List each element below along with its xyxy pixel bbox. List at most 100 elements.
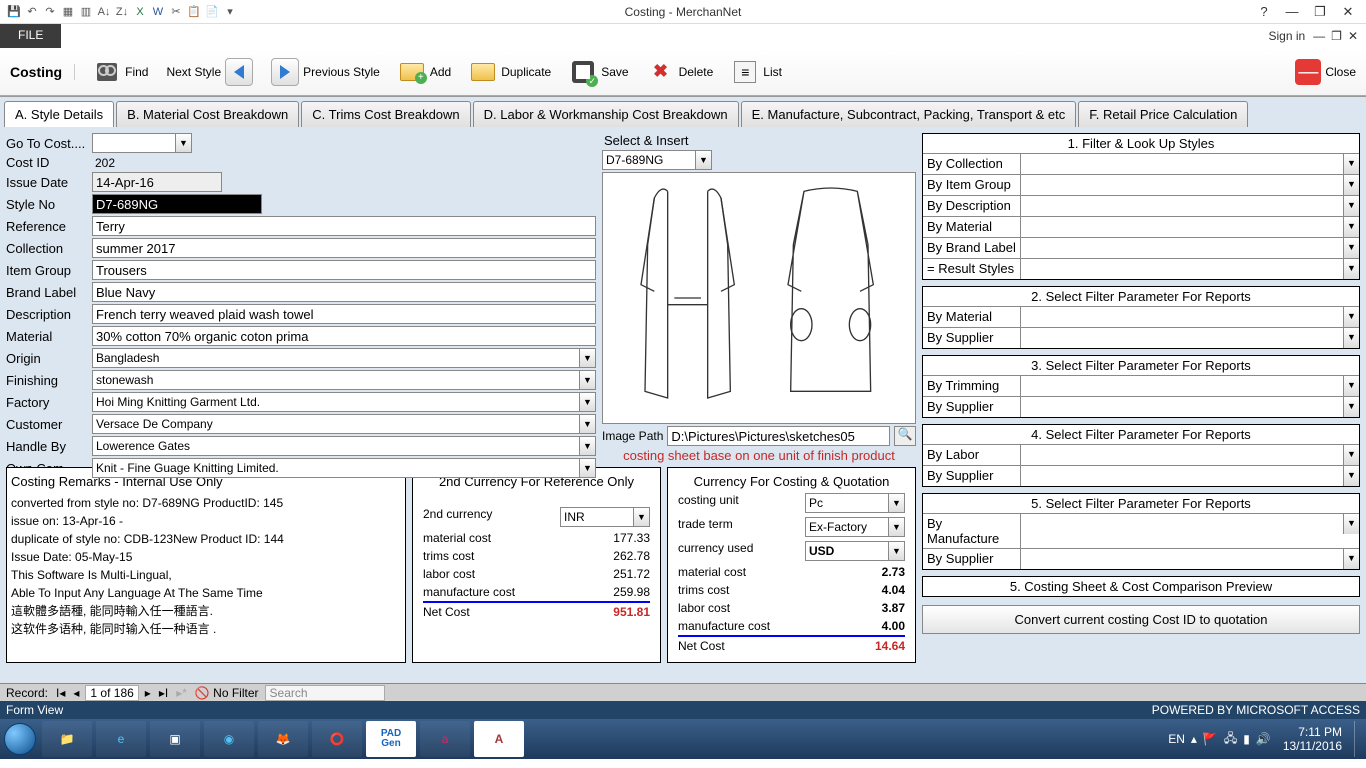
maximize-icon[interactable]: ❐ bbox=[1310, 4, 1330, 20]
redo-icon[interactable]: ↷ bbox=[42, 4, 58, 20]
filter-toggle[interactable]: 🚫 No Filter bbox=[195, 686, 259, 700]
next-style-button[interactable]: Next Style bbox=[166, 58, 253, 86]
by-material-combo[interactable]: ▼ bbox=[1021, 217, 1359, 237]
ribbon-tab[interactable]: Costing bbox=[10, 64, 75, 80]
item-group-field[interactable] bbox=[92, 260, 596, 280]
taskbar-app2[interactable]: a bbox=[420, 721, 470, 757]
tray-battery-icon[interactable]: ▮ bbox=[1243, 732, 1250, 746]
tray-flag-icon[interactable]: 🚩 bbox=[1203, 732, 1218, 746]
taskbar-padgen[interactable]: PADGen bbox=[366, 721, 416, 757]
taskbar-explorer[interactable]: 📁 bbox=[42, 721, 92, 757]
delete-button[interactable]: ✖Delete bbox=[647, 58, 714, 86]
collection-field[interactable] bbox=[92, 238, 596, 258]
close-button[interactable]: —Close bbox=[1295, 59, 1356, 85]
origin-combo[interactable]: Bangladesh▼ bbox=[92, 348, 596, 368]
nav-new-icon[interactable]: ▸* bbox=[174, 686, 189, 700]
nav-last-icon[interactable]: ▸I bbox=[157, 686, 170, 700]
p5-manufacture-combo[interactable]: ▼ bbox=[1021, 514, 1359, 534]
save-button[interactable]: ✓Save bbox=[569, 58, 628, 86]
prev-style-button[interactable]: Previous Style bbox=[271, 58, 380, 86]
by-description-combo[interactable]: ▼ bbox=[1021, 196, 1359, 216]
by-collection-combo[interactable]: ▼ bbox=[1021, 154, 1359, 174]
signin-link[interactable]: Sign in bbox=[1268, 29, 1305, 43]
undo-icon[interactable]: ↶ bbox=[24, 4, 40, 20]
copy-icon[interactable]: 📋 bbox=[186, 4, 202, 20]
show-desktop[interactable] bbox=[1354, 721, 1362, 757]
close-window-icon[interactable]: ✕ bbox=[1338, 4, 1358, 20]
factory-combo[interactable]: Hoi Ming Knitting Garment Ltd.▼ bbox=[92, 392, 596, 412]
tray-lang[interactable]: EN bbox=[1168, 732, 1185, 746]
start-button[interactable] bbox=[0, 719, 40, 759]
p3-trimming-combo[interactable]: ▼ bbox=[1021, 376, 1359, 396]
currency2-combo[interactable]: INR▼ bbox=[560, 507, 650, 527]
nav-first-icon[interactable]: I◂ bbox=[54, 686, 67, 700]
costing-unit-combo[interactable]: Pc▼ bbox=[805, 493, 905, 513]
handle-by-combo[interactable]: Lowerence Gates▼ bbox=[92, 436, 596, 456]
tab-labor-cost[interactable]: D. Labor & Workmanship Cost Breakdown bbox=[473, 101, 739, 127]
by-brand-combo[interactable]: ▼ bbox=[1021, 238, 1359, 258]
file-menu[interactable]: FILE bbox=[0, 24, 61, 48]
search-box[interactable]: Search bbox=[265, 685, 385, 701]
select-insert-combo[interactable]: D7-689NG▼ bbox=[602, 150, 712, 170]
tab-material-cost[interactable]: B. Material Cost Breakdown bbox=[116, 101, 299, 127]
minimize-icon[interactable]: — bbox=[1282, 4, 1302, 20]
taskbar-ie[interactable]: e bbox=[96, 721, 146, 757]
qat-icon[interactable]: ▥ bbox=[78, 4, 94, 20]
finishing-combo[interactable]: stonewash▼ bbox=[92, 370, 596, 390]
list-button[interactable]: List bbox=[731, 58, 782, 86]
material-field[interactable] bbox=[92, 326, 596, 346]
taskbar-teamviewer[interactable]: ◉ bbox=[204, 721, 254, 757]
nav-next-icon[interactable]: ▸ bbox=[143, 686, 153, 700]
duplicate-button[interactable]: Duplicate bbox=[469, 58, 551, 86]
style-no-field[interactable] bbox=[92, 194, 262, 214]
p4-supplier-combo[interactable]: ▼ bbox=[1021, 466, 1359, 486]
by-item-group-combo[interactable]: ▼ bbox=[1021, 175, 1359, 195]
taskbar-access[interactable]: A bbox=[474, 721, 524, 757]
word-icon[interactable]: W bbox=[150, 4, 166, 20]
tab-trims-cost[interactable]: C. Trims Cost Breakdown bbox=[301, 101, 470, 127]
tray-volume-icon[interactable]: 🔊 bbox=[1256, 732, 1271, 746]
find-button[interactable]: Find bbox=[93, 58, 148, 86]
goto-cost-combo[interactable]: ▼ bbox=[92, 133, 192, 153]
brand-field[interactable] bbox=[92, 282, 596, 302]
help-icon[interactable]: ? bbox=[1254, 4, 1274, 20]
result-styles-combo[interactable]: ▼ bbox=[1021, 259, 1359, 279]
tray-clock[interactable]: 7:11 PM13/11/2016 bbox=[1277, 725, 1348, 754]
paste-icon[interactable]: 📄 bbox=[204, 4, 220, 20]
p3-supplier-combo[interactable]: ▼ bbox=[1021, 397, 1359, 417]
issue-date-field[interactable] bbox=[92, 172, 222, 192]
tab-retail-price[interactable]: F. Retail Price Calculation bbox=[1078, 101, 1248, 127]
tray-chevron-icon[interactable]: ▴ bbox=[1191, 732, 1197, 746]
tab-style-details[interactable]: A. Style Details bbox=[4, 101, 114, 127]
customer-combo[interactable]: Versace De Company▼ bbox=[92, 414, 596, 434]
qat-icon[interactable]: ▦ bbox=[60, 4, 76, 20]
doc-close-icon[interactable]: ✕ bbox=[1348, 29, 1358, 43]
p4-labor-combo[interactable]: ▼ bbox=[1021, 445, 1359, 465]
add-button[interactable]: +Add bbox=[398, 58, 451, 86]
doc-minimize-icon[interactable]: — bbox=[1313, 29, 1325, 43]
save-icon[interactable]: 💾 bbox=[6, 4, 22, 20]
convert-quotation-button[interactable]: Convert current costing Cost ID to quota… bbox=[922, 605, 1360, 634]
sort-asc-icon[interactable]: A↓ bbox=[96, 4, 112, 20]
excel-icon[interactable]: X bbox=[132, 4, 148, 20]
reference-field[interactable] bbox=[92, 216, 596, 236]
taskbar-chrome[interactable]: ⭕ bbox=[312, 721, 362, 757]
p2-supplier-combo[interactable]: ▼ bbox=[1021, 328, 1359, 348]
currency-used-combo[interactable]: USD▼ bbox=[805, 541, 905, 561]
taskbar-firefox[interactable]: 🦊 bbox=[258, 721, 308, 757]
p2-material-combo[interactable]: ▼ bbox=[1021, 307, 1359, 327]
tab-manufacture[interactable]: E. Manufacture, Subcontract, Packing, Tr… bbox=[741, 101, 1077, 127]
trade-term-combo[interactable]: Ex-Factory▼ bbox=[805, 517, 905, 537]
tray-network-icon[interactable]: 🖧 bbox=[1224, 729, 1237, 750]
own-company-combo[interactable]: Knit - Fine Guage Knitting Limited.▼ bbox=[92, 458, 596, 478]
image-path-field[interactable] bbox=[667, 426, 890, 446]
p5-supplier-combo[interactable]: ▼ bbox=[1021, 549, 1359, 569]
cut-icon[interactable]: ✂ bbox=[168, 4, 184, 20]
nav-prev-icon[interactable]: ◂ bbox=[71, 686, 81, 700]
doc-restore-icon[interactable]: ❐ bbox=[1331, 29, 1342, 43]
taskbar-app[interactable]: ▣ bbox=[150, 721, 200, 757]
browse-button[interactable]: 🔍 bbox=[894, 426, 916, 446]
sort-desc-icon[interactable]: Z↓ bbox=[114, 4, 130, 20]
description-field[interactable] bbox=[92, 304, 596, 324]
qat-dropdown-icon[interactable]: ▾ bbox=[222, 4, 238, 20]
